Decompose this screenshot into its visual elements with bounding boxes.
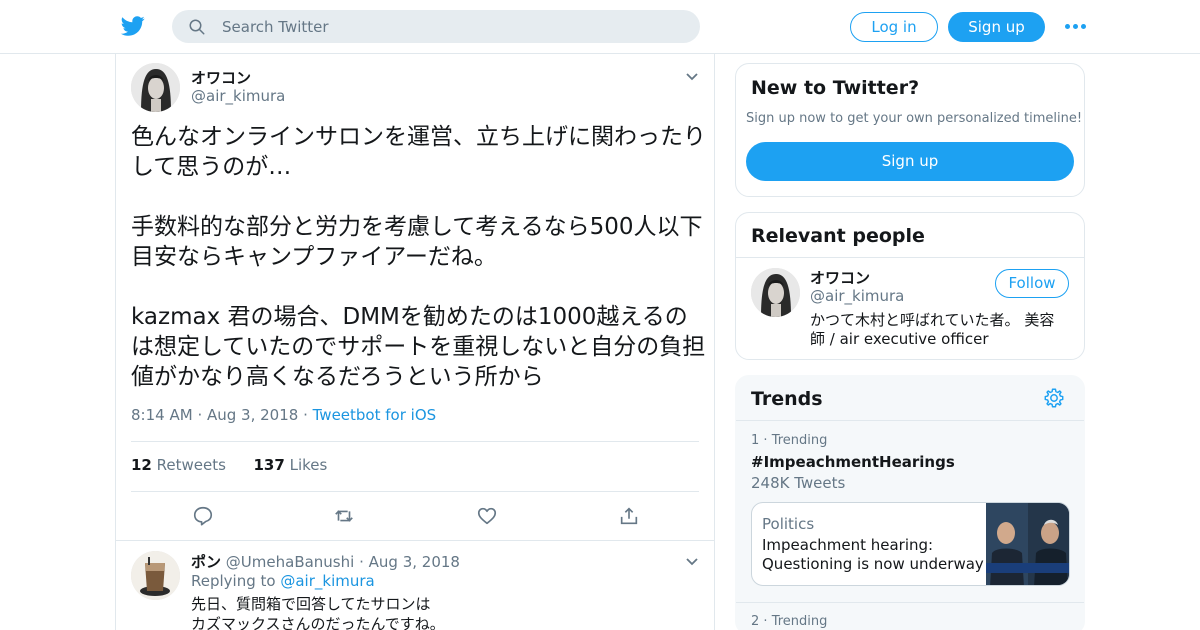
chevron-down-icon[interactable] xyxy=(685,557,699,567)
card-title: Relevant people xyxy=(751,225,925,247)
reply-header: ポン @UmehaBanushi · Aug 3, 2018 xyxy=(191,551,460,572)
tweet-paragraph: kazmax 君の場合、DMMを勧めたのは1000越えるのは想定していたのでサポ… xyxy=(131,304,706,390)
divider xyxy=(736,257,1084,258)
news-title-line: Questioning is now underway … xyxy=(762,555,984,586)
retweets-label: Retweets xyxy=(156,456,226,474)
reply-text: 先日、質問箱で回答してたサロンは カズマックスさんのだったんですね。 xyxy=(191,594,445,630)
tweet-author-handle[interactable]: @air_kimura xyxy=(191,87,285,105)
main-timeline-column: オワコン @air_kimura 色んなオンラインサロンを運営、立ち上げに関わっ… xyxy=(115,54,715,630)
more-options-icon[interactable] xyxy=(1063,16,1087,36)
meta-separator: · xyxy=(197,406,207,424)
divider xyxy=(116,540,714,541)
reply-author-avatar[interactable] xyxy=(131,551,180,600)
reply-text-line: 先日、質問箱で回答してたサロンは xyxy=(191,595,431,613)
tweet-date[interactable]: Aug 3, 2018 xyxy=(207,406,298,424)
news-title: Impeachment hearing: Questioning is now … xyxy=(762,536,984,586)
news-title-line: Impeachment hearing: xyxy=(762,536,934,554)
trend-rank: 2 · Trending xyxy=(751,614,828,629)
trend-rank-number: 2 xyxy=(751,614,760,629)
relevant-person-avatar[interactable] xyxy=(751,268,800,317)
trend-rank-label: Trending xyxy=(771,614,828,629)
replying-to-prefix: Replying to xyxy=(191,572,276,590)
card-title: Trends xyxy=(751,388,823,410)
tweet-author-name[interactable]: オワコン xyxy=(191,67,251,88)
reply-text-line: カズマックスさんのだったんですね。 xyxy=(191,615,445,630)
tweet-text: 色んなオンラインサロンを運営、立ち上げに関わったりして思うのが… 手数料的な部分… xyxy=(131,122,706,422)
replying-to: Replying to @air_kimura xyxy=(191,572,375,590)
sidebar-signup-button[interactable]: Sign up xyxy=(746,142,1074,181)
tweet-source-link[interactable]: Tweetbot for iOS xyxy=(313,406,437,424)
relevant-person-name[interactable]: オワコン xyxy=(810,267,870,288)
search-icon xyxy=(189,19,205,35)
search-input[interactable]: Search Twitter xyxy=(172,10,700,43)
reply-icon[interactable] xyxy=(192,505,214,527)
reply-author-name[interactable]: ポン xyxy=(191,553,221,571)
settings-gear-icon[interactable] xyxy=(1043,387,1065,409)
trend-rank: 1 · Trending xyxy=(751,433,828,448)
trend-news-card[interactable]: Politics Impeachment hearing: Questionin… xyxy=(751,502,1070,586)
tweet-time[interactable]: 8:14 AM xyxy=(131,406,193,424)
login-button[interactable]: Log in xyxy=(850,12,938,42)
signup-button[interactable]: Sign up xyxy=(948,12,1045,42)
twitter-logo-icon[interactable] xyxy=(120,14,146,38)
relevant-person-handle[interactable]: @air_kimura xyxy=(810,287,904,305)
divider xyxy=(131,491,699,492)
tweet-stats: 12 Retweets 137 Likes xyxy=(131,456,327,474)
news-thumbnail-image xyxy=(986,503,1069,585)
trend-hashtag[interactable]: #ImpeachmentHearings xyxy=(751,453,955,471)
retweets-count: 12 xyxy=(131,456,152,474)
meta-separator: · xyxy=(303,406,313,424)
tweet-paragraph: 色んなオンラインサロンを運営、立ち上げに関わったりして思うのが… xyxy=(131,124,706,180)
meta-separator: · xyxy=(359,553,369,571)
likes-stat[interactable]: 137 Likes xyxy=(254,456,328,474)
bio-line: かつて木村と呼ばれていた者。 美容 xyxy=(810,311,1055,329)
likes-count: 137 xyxy=(253,456,285,474)
top-navigation-bar: Search Twitter Log in Sign up xyxy=(0,0,1200,54)
tweet-metadata: 8:14 AM · Aug 3, 2018 · Tweetbot for iOS xyxy=(131,406,436,424)
replying-to-link[interactable]: @air_kimura xyxy=(280,572,374,590)
tweet-paragraph: 手数料的な部分と労力を考慮して考えるなら500人以下目安ならキャンプファイアーだ… xyxy=(131,214,703,270)
trend-rank-label: Trending xyxy=(771,433,828,448)
like-heart-icon[interactable] xyxy=(476,505,498,527)
tweet-author-avatar[interactable] xyxy=(131,63,180,112)
follow-button[interactable]: Follow xyxy=(995,269,1069,298)
card-subtitle: Sign up now to get your own personalized… xyxy=(746,111,1083,126)
reply-author-handle[interactable]: @UmehaBanushi xyxy=(226,553,355,571)
retweet-icon[interactable] xyxy=(333,505,355,527)
reply-date[interactable]: Aug 3, 2018 xyxy=(369,553,460,571)
new-to-twitter-card: New to Twitter? Sign up now to get your … xyxy=(735,63,1085,197)
search-placeholder: Search Twitter xyxy=(222,18,329,36)
divider xyxy=(736,420,1084,421)
trends-card: Trends 1 · Trending #ImpeachmentHearings… xyxy=(735,375,1085,630)
bio-line: 師 / air executive officer xyxy=(810,330,989,348)
likes-label: Likes xyxy=(289,456,328,474)
divider xyxy=(736,602,1084,603)
relevant-people-card: Relevant people オワコン @air_kimura Follow … xyxy=(735,212,1085,360)
relevant-person-bio: かつて木村と呼ばれていた者。 美容 師 / air executive offi… xyxy=(810,311,1060,349)
trend-rank-number: 1 xyxy=(751,433,760,448)
chevron-down-icon[interactable] xyxy=(685,72,699,82)
divider xyxy=(131,441,699,442)
news-category: Politics xyxy=(762,515,815,533)
card-title: New to Twitter? xyxy=(751,77,920,99)
retweets-stat[interactable]: 12 Retweets xyxy=(131,456,226,474)
trend-tweet-count: 248K Tweets xyxy=(751,474,846,492)
share-icon[interactable] xyxy=(618,505,640,527)
